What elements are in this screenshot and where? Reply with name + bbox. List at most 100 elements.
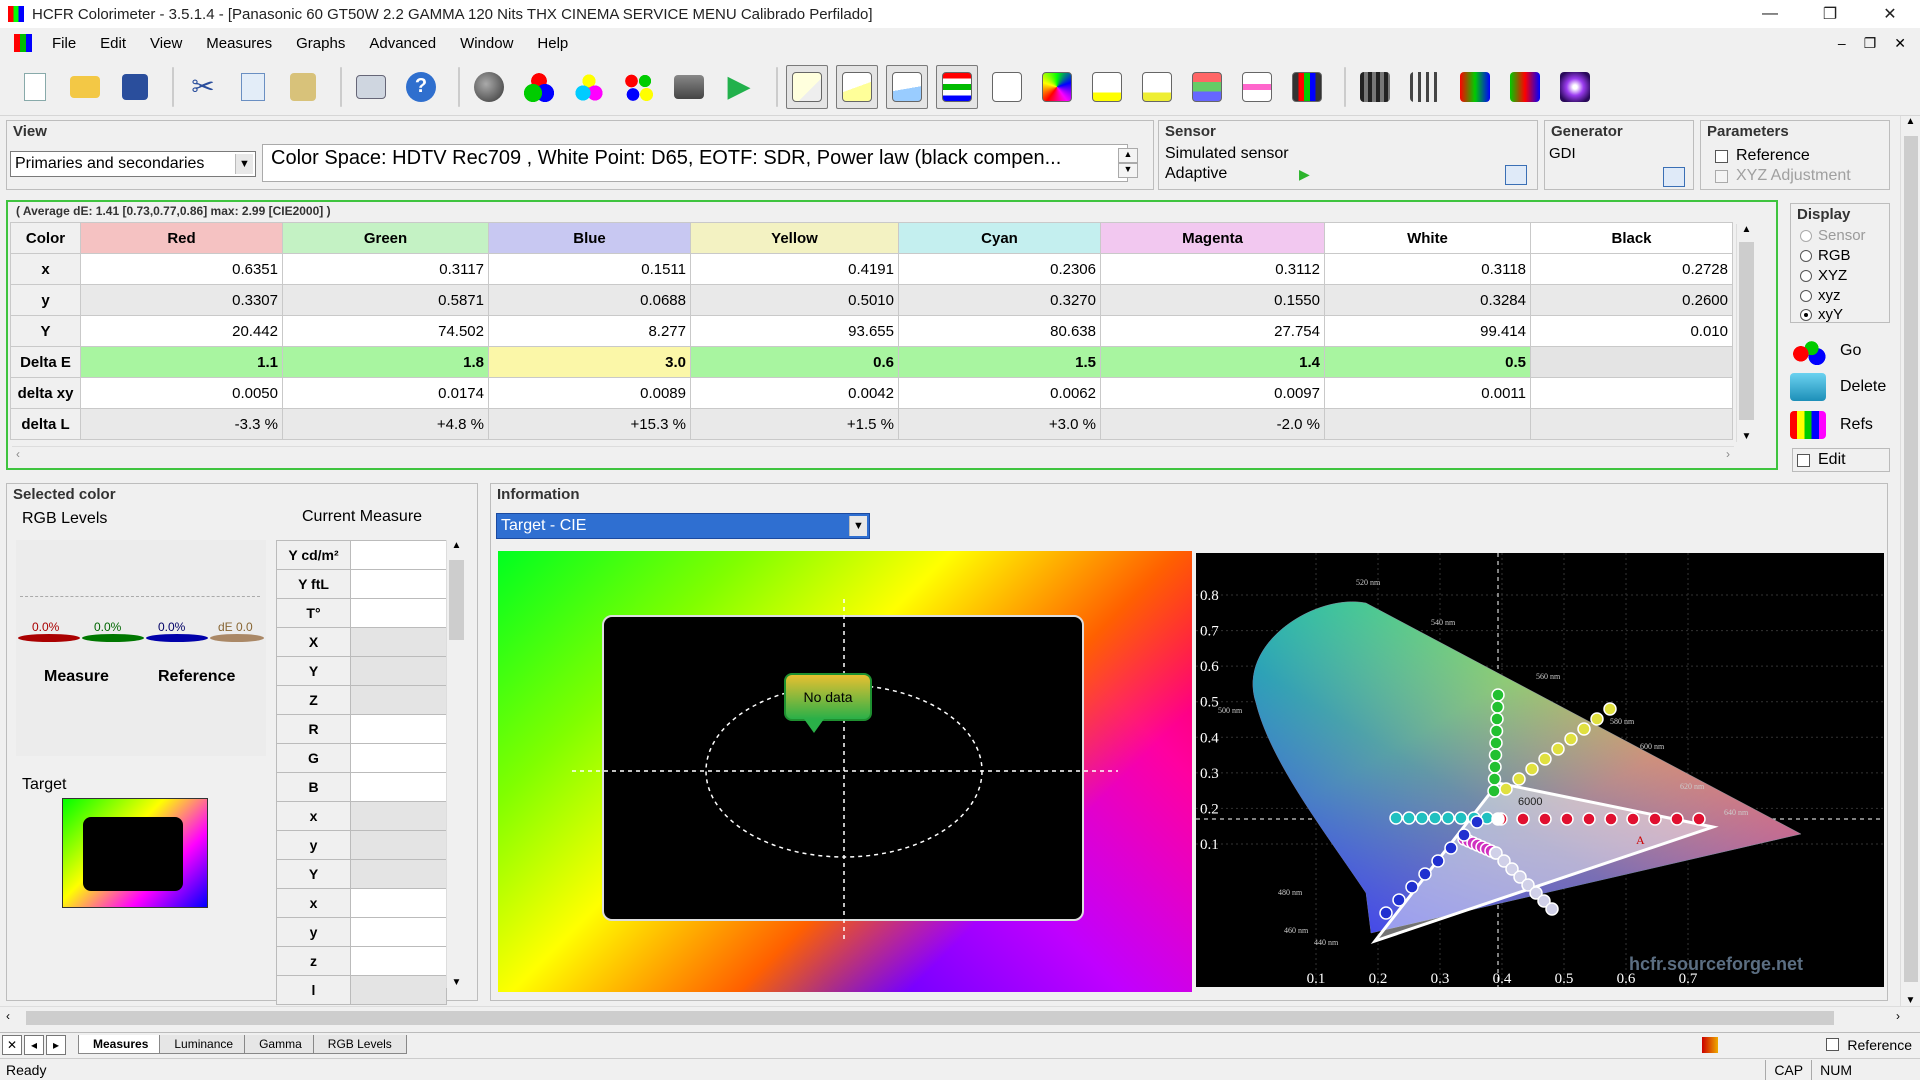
graph-view-8-button[interactable] [1136,65,1178,109]
table-cell[interactable]: 0.010 [1530,315,1733,347]
table-cell[interactable]: -3.3 % [80,408,283,440]
mdi-close-button[interactable]: ✕ [1894,35,1906,52]
paste-button[interactable] [282,65,324,109]
graph-view-4-button[interactable] [936,64,978,109]
table-cell[interactable]: 0.0011 [1324,377,1531,409]
table-cell[interactable]: 0.0097 [1100,377,1325,409]
measure-value-cell[interactable] [350,917,447,947]
cut-button[interactable]: ✂ [182,65,224,109]
table-cell[interactable]: +15.3 % [488,408,691,440]
tab-rgb-levels[interactable]: RGB Levels [312,1035,407,1054]
edit-checkbox-row[interactable]: Edit [1792,448,1890,472]
print-button[interactable] [350,65,392,109]
table-cell[interactable]: 0.0042 [690,377,899,409]
menu-view[interactable]: View [138,35,194,52]
display-option-rgb[interactable]: RGB [1800,247,1851,264]
menu-graphs[interactable]: Graphs [284,35,357,52]
table-cell[interactable] [1530,408,1733,440]
run-button[interactable]: ▶ [718,65,760,109]
measure-value-cell[interactable] [350,772,447,802]
maximize-button[interactable]: ❐ [1800,0,1860,28]
column-header[interactable]: Blue [488,222,691,254]
display-option-xyz-lower[interactable]: xyz [1800,287,1841,304]
table-cell[interactable]: 0.2728 [1530,253,1733,285]
measure-value-cell[interactable] [350,569,447,599]
table-cell[interactable]: 0.5 [1324,346,1531,378]
open-button[interactable] [64,65,106,109]
menu-edit[interactable]: Edit [88,35,138,52]
table-cell[interactable]: 0.3284 [1324,284,1531,316]
measure-value-cell[interactable] [350,830,447,860]
graph-view-3-button[interactable] [886,64,928,109]
table-cell[interactable]: 0.0089 [488,377,691,409]
delete-button[interactable]: Delete [1790,370,1894,404]
table-cell[interactable]: 0.3270 [898,284,1101,316]
grid-vertical-scrollbar[interactable]: ▲ ▼ [1736,224,1756,442]
table-cell[interactable]: 0.1550 [1100,284,1325,316]
table-cell[interactable]: 1.5 [898,346,1101,378]
sensor-play-icon[interactable]: ▶ [1299,166,1310,183]
column-header[interactable]: Yellow [690,222,899,254]
scroll-up-icon[interactable]: ▲ [1901,116,1920,127]
table-cell[interactable] [1530,346,1733,378]
table-cell[interactable]: 1.4 [1100,346,1325,378]
graph-view-5-button[interactable] [986,65,1028,109]
main-horizontal-scrollbar[interactable]: ‹ › [0,1006,1920,1028]
menu-advanced[interactable]: Advanced [357,35,448,52]
table-cell[interactable]: 0.3118 [1324,253,1531,285]
table-cell[interactable]: 0.0174 [282,377,489,409]
help-button[interactable]: ? [400,65,442,109]
table-cell[interactable]: 74.502 [282,315,489,347]
measure-value-cell[interactable] [350,801,447,831]
save-button[interactable] [114,65,156,109]
table-cell[interactable]: 0.6 [690,346,899,378]
sensor-config-button[interactable] [468,65,510,109]
table-cell[interactable]: 1.8 [282,346,489,378]
status-reference-checkbox[interactable] [1826,1038,1840,1051]
table-cell[interactable]: 0.3307 [80,284,283,316]
refs-button[interactable]: Refs [1790,408,1894,442]
table-cell[interactable]: 0.5871 [282,284,489,316]
measure-value-cell[interactable] [350,656,447,686]
generator-config-icon[interactable] [1663,167,1685,187]
radio-xyz-lower[interactable] [1800,289,1812,302]
radio-xyy[interactable] [1800,308,1812,321]
table-cell[interactable]: 0.1511 [488,253,691,285]
table-cell[interactable] [1324,408,1531,440]
chevron-down-icon[interactable]: ▼ [849,516,867,536]
pattern-button[interactable] [1554,65,1596,109]
table-cell[interactable]: 0.0688 [488,284,691,316]
copy-button[interactable] [232,65,274,109]
mdi-minimize-button[interactable]: – [1838,35,1846,52]
measure-secondaries-button[interactable] [568,65,610,109]
graph-view-11-button[interactable] [1286,65,1328,109]
scroll-left-icon[interactable]: ‹ [16,447,20,461]
table-cell[interactable]: 1.1 [80,346,283,378]
measure-all-button[interactable] [618,65,660,109]
scroll-up-icon[interactable]: ▲ [447,540,466,551]
menu-measures[interactable]: Measures [194,35,284,52]
table-cell[interactable]: -2.0 % [1100,408,1325,440]
tab-luminance[interactable]: Luminance [159,1035,249,1054]
menu-file[interactable]: File [40,35,88,52]
measure-value-cell[interactable] [350,598,447,628]
table-cell[interactable]: 0.6351 [80,253,283,285]
camera-button[interactable] [668,65,710,109]
measure-value-cell[interactable] [350,627,447,657]
measure-value-cell[interactable] [350,946,447,976]
measure-scrollbar[interactable]: ▲ ▼ [446,540,466,988]
measure-value-cell[interactable] [350,743,447,773]
mdi-restore-button[interactable]: ❐ [1864,35,1877,52]
tab-next-icon[interactable]: ▸ [46,1034,66,1055]
column-header[interactable]: White [1324,222,1531,254]
table-cell[interactable]: 0.0050 [80,377,283,409]
table-cell[interactable]: 8.277 [488,315,691,347]
table-cell[interactable]: 0.3117 [282,253,489,285]
table-cell[interactable]: 0.4191 [690,253,899,285]
grid-horizontal-scrollbar[interactable]: ‹ › [12,446,1734,464]
column-header[interactable]: Magenta [1100,222,1325,254]
main-vscroll-thumb[interactable] [1904,136,1918,982]
film-3-button[interactable] [1454,65,1496,109]
close-button[interactable]: ✕ [1860,0,1920,28]
graph-view-1-button[interactable] [786,64,828,109]
